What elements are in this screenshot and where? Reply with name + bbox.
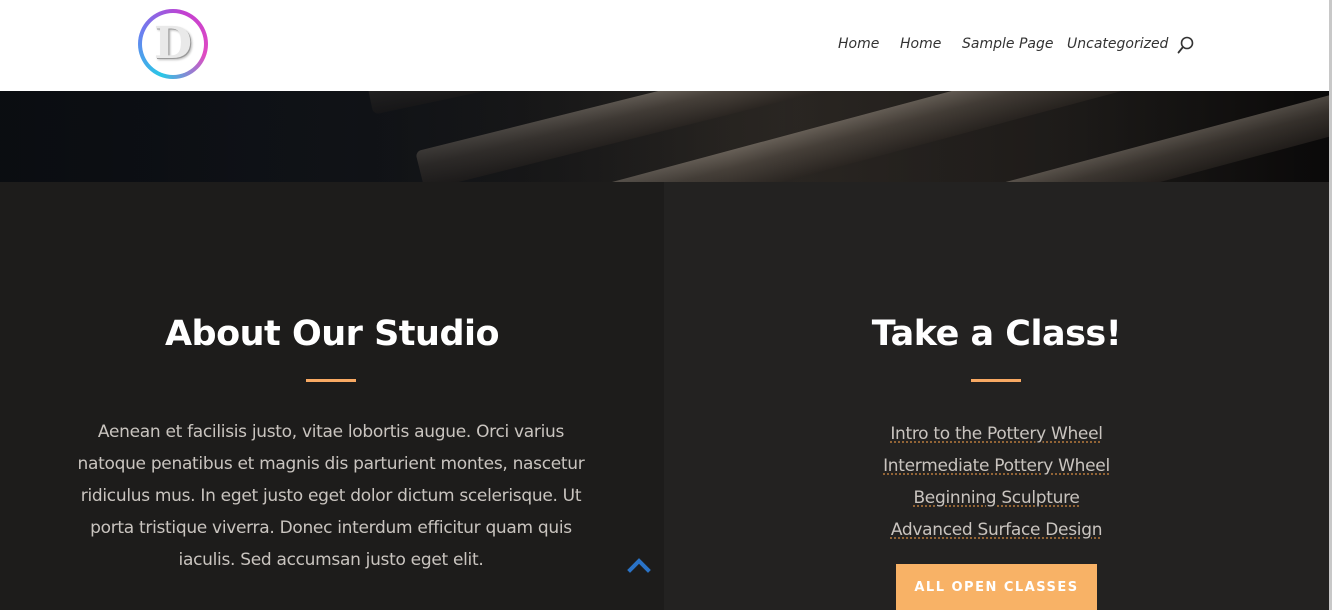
about-divider: [306, 379, 356, 382]
classes-divider: [971, 379, 1021, 382]
class-list: Intro to the Pottery Wheel Intermediate …: [664, 418, 1329, 546]
nav-item-uncategorized[interactable]: Uncategorized: [1067, 34, 1168, 54]
about-section: About Our Studio Aenean et facilisis jus…: [0, 182, 664, 610]
nav-item-home-2[interactable]: Home: [900, 34, 941, 54]
classes-heading: Take a Class!: [871, 314, 1122, 354]
about-heading: About Our Studio: [164, 314, 500, 354]
class-link-intermediate-wheel[interactable]: Intermediate Pottery Wheel: [664, 450, 1329, 482]
class-link-surface-design[interactable]: Advanced Surface Design: [664, 514, 1329, 546]
class-link-intro-wheel[interactable]: Intro to the Pottery Wheel: [664, 418, 1329, 450]
main-nav: Home Home Sample Page Uncategorized: [0, 34, 1329, 54]
hero-banner-image: [0, 91, 1329, 182]
all-open-classes-button[interactable]: ALL OPEN CLASSES: [896, 564, 1097, 610]
classes-section: Take a Class! Intro to the Pottery Wheel…: [664, 182, 1329, 610]
about-text: Aenean et facilisis justo, vitae loborti…: [77, 422, 585, 570]
nav-item-sample-page[interactable]: Sample Page: [962, 34, 1053, 54]
chevron-up-icon[interactable]: [627, 554, 651, 574]
class-link-beginning-sculpture[interactable]: Beginning Sculpture: [664, 482, 1329, 514]
nav-item-home[interactable]: Home: [838, 34, 879, 54]
search-icon[interactable]: [1177, 36, 1195, 54]
site-header: D Home Home Sample Page Uncategorized: [0, 0, 1329, 91]
